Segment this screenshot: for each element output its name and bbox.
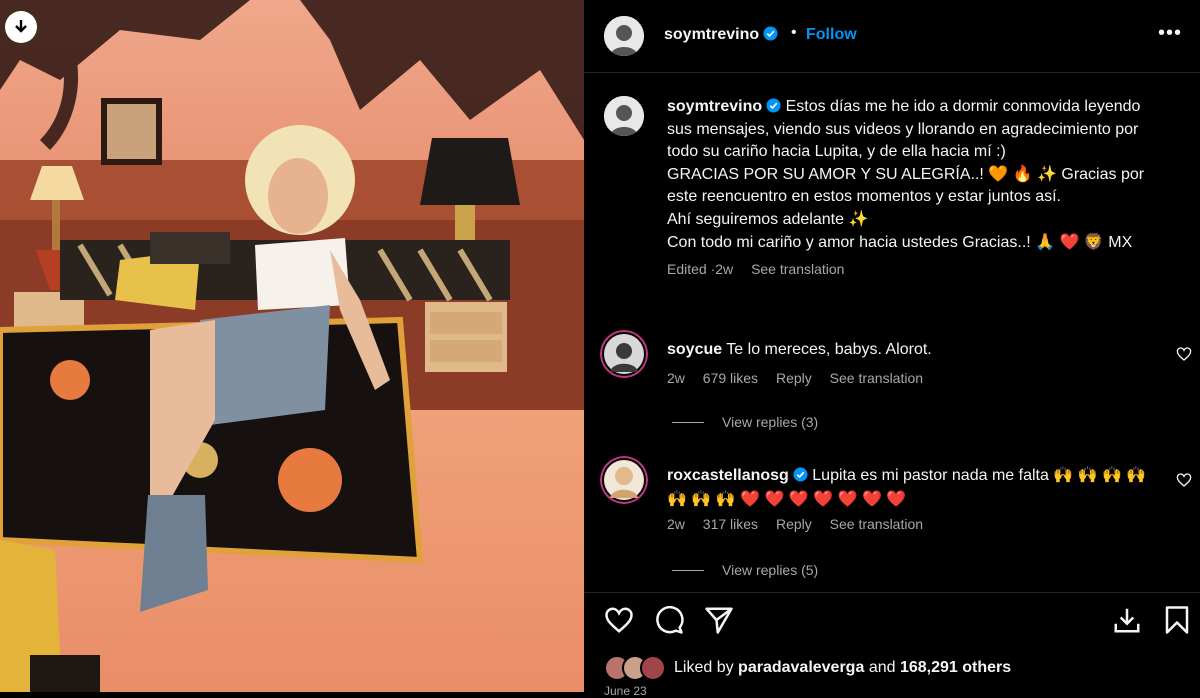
- liker-username[interactable]: paradavaleverga: [738, 659, 864, 676]
- like-heart-icon[interactable]: [604, 605, 634, 635]
- liker-avatar[interactable]: [640, 655, 666, 681]
- comment-time[interactable]: 2w: [667, 516, 685, 532]
- comment-likes[interactable]: 317 likes: [703, 516, 758, 532]
- verified-icon: [793, 467, 808, 482]
- post-header: soymtrevino • Follow •••: [584, 0, 1200, 73]
- comment-like-heart-icon[interactable]: [1176, 346, 1192, 362]
- comment-icon[interactable]: [654, 605, 684, 635]
- view-replies-button[interactable]: View replies (5): [672, 562, 818, 578]
- replies-divider: [672, 421, 704, 423]
- reply-button[interactable]: Reply: [776, 370, 812, 386]
- download-button[interactable]: [5, 11, 37, 43]
- comment-time[interactable]: 2w: [667, 370, 685, 386]
- comment-username[interactable]: soycue: [667, 341, 722, 358]
- caption-text: soymtrevino Estos días me he ido a dormi…: [667, 96, 1157, 281]
- photo-illustration: [0, 0, 584, 692]
- view-replies-label: View replies (5): [722, 562, 819, 578]
- comment-username[interactable]: roxcastellanosg: [667, 467, 789, 484]
- comment-meta: 2w 317 likes Reply See translation: [667, 516, 937, 532]
- see-translation-link[interactable]: See translation: [830, 370, 923, 386]
- author-avatar[interactable]: [604, 16, 644, 56]
- see-translation-link[interactable]: See translation: [830, 516, 923, 532]
- share-icon[interactable]: [704, 605, 734, 635]
- commenter-avatar[interactable]: [600, 456, 648, 504]
- likes-and: and: [868, 659, 896, 676]
- caption-line: Con todo mi cariño y amor hacia ustedes …: [667, 233, 1133, 251]
- likes-prefix: Liked by: [674, 659, 734, 676]
- replies-divider: [672, 569, 704, 571]
- view-replies-button[interactable]: View replies (3): [672, 414, 818, 430]
- caption-username[interactable]: soymtrevino: [667, 98, 762, 115]
- follow-button[interactable]: Follow: [806, 26, 857, 44]
- comment-body: Te lo mereces, babys. Alorot.: [726, 341, 932, 358]
- download-icon[interactable]: [1112, 605, 1142, 635]
- commenter-avatar[interactable]: [600, 330, 648, 378]
- comment-meta: 2w 679 likes Reply See translation: [667, 370, 937, 386]
- caption-line: GRACIAS POR SU AMOR Y SU ALEGRÍA..! 🧡 🔥 …: [667, 165, 1145, 206]
- likes-summary: Liked by paradavaleverga and 168,291 oth…: [604, 655, 1011, 681]
- comment-text: soycue Te lo mereces, babys. Alorot.: [667, 338, 1147, 362]
- post-date[interactable]: June 23: [604, 684, 647, 698]
- likes-count[interactable]: 168,291 others: [900, 659, 1011, 676]
- view-replies-label: View replies (3): [722, 414, 819, 430]
- edited-label: Edited: [667, 261, 707, 278]
- author-username-text: soymtrevino: [664, 26, 760, 43]
- see-translation-link[interactable]: See translation: [751, 261, 844, 277]
- download-icon: [15, 20, 27, 33]
- reply-button[interactable]: Reply: [776, 516, 812, 532]
- post-photo: [0, 0, 584, 692]
- post-action-bar: [584, 592, 1200, 649]
- likes-text: Liked by paradavaleverga and 168,291 oth…: [674, 659, 1011, 677]
- verified-icon: [766, 98, 781, 113]
- caption-author-avatar[interactable]: [604, 96, 644, 136]
- comment-likes[interactable]: 679 likes: [703, 370, 758, 386]
- more-options-icon[interactable]: •••: [1158, 22, 1182, 45]
- header-separator: •: [791, 24, 797, 41]
- comment-like-heart-icon[interactable]: [1176, 472, 1192, 488]
- post-side-panel: soymtrevino • Follow ••• soymtrevino Est…: [584, 0, 1200, 698]
- caption-time[interactable]: 2w: [715, 261, 733, 277]
- verified-icon: [763, 26, 778, 41]
- comment-text: roxcastellanosg Lupita es mi pastor nada…: [667, 464, 1147, 512]
- author-username[interactable]: soymtrevino: [664, 26, 778, 44]
- caption-line: Ahí seguiremos adelante ✨: [667, 210, 869, 228]
- save-bookmark-icon[interactable]: [1162, 605, 1192, 635]
- caption-meta: Edited ·2w See translation: [667, 258, 1157, 281]
